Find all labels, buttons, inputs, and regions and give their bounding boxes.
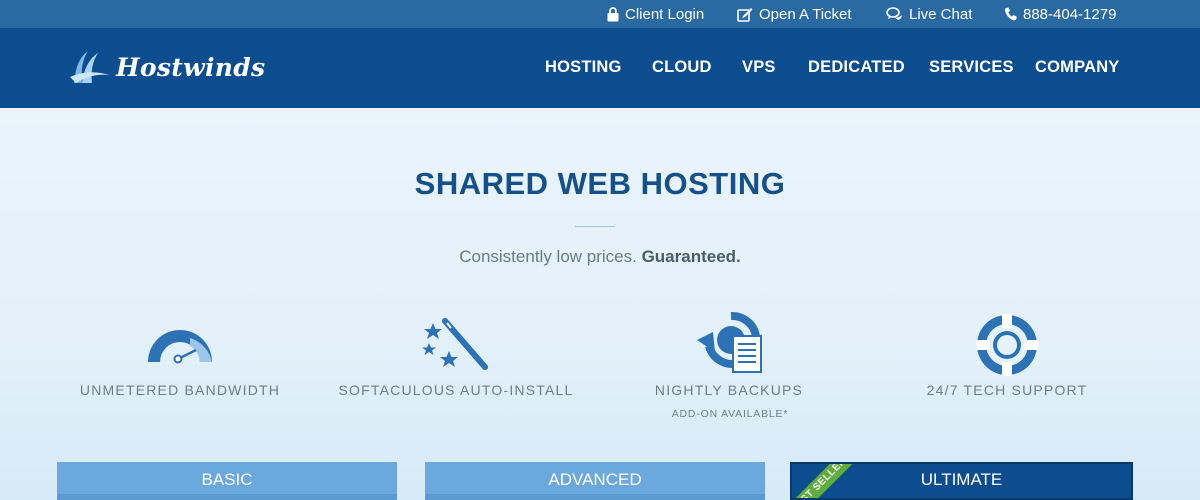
tagline: Consistently low prices. Guaranteed. — [0, 247, 1200, 267]
lifebuoy-icon — [976, 314, 1038, 376]
chat-icon — [886, 7, 902, 20]
best-seller-ribbon: BEST SELLER — [792, 464, 857, 498]
tagline-text: Consistently low prices. — [459, 247, 637, 266]
tab-strip — [425, 494, 765, 500]
feature-label: NIGHTLY BACKUPS — [654, 382, 804, 398]
nav-hosting[interactable]: HOSTING — [545, 58, 622, 77]
wave-logo-icon — [70, 51, 110, 83]
title-divider — [575, 226, 615, 227]
plan-name: ADVANCED — [548, 470, 642, 489]
magic-wand-icon — [422, 318, 488, 370]
tab-strip — [57, 494, 397, 500]
feature-label: 24/7 TECH SUPPORT — [926, 382, 1088, 398]
feature-label: SOFTACULOUS AUTO-INSTALL — [338, 382, 574, 398]
backup-icon — [697, 311, 762, 373]
phone-number: 888-404-1279 — [1023, 5, 1117, 23]
live-chat-link[interactable]: Live Chat — [886, 0, 972, 28]
nav-services[interactable]: SERVICES — [929, 58, 1014, 77]
speedometer-icon — [148, 330, 212, 364]
page-title: SHARED WEB HOSTING — [414, 166, 786, 201]
edit-icon — [737, 7, 753, 22]
plan-name: BASIC — [201, 470, 253, 489]
plan-name: ULTIMATE — [920, 470, 1003, 489]
phone-icon — [1004, 7, 1017, 21]
open-ticket-link[interactable]: Open A Ticket — [737, 0, 852, 28]
nav-company[interactable]: COMPANY — [1035, 58, 1120, 77]
utility-bar: Client Login Open A Ticket Live Chat 888… — [0, 0, 1200, 28]
feature-sublabel: ADD-ON AVAILABLE* — [671, 408, 789, 420]
hero-section: SHARED WEB HOSTING Consistently low pric… — [0, 108, 1200, 500]
feature-label: UNMETERED BANDWIDTH — [79, 382, 281, 398]
plan-tab-advanced[interactable]: ADVANCED — [425, 462, 765, 500]
lock-icon — [607, 6, 619, 21]
live-chat-label: Live Chat — [909, 5, 973, 23]
hostwinds-logo[interactable]: Hostwinds — [70, 45, 265, 89]
client-login-link[interactable]: Client Login — [607, 0, 704, 28]
phone-link[interactable]: 888-404-1279 — [1004, 0, 1116, 28]
nav-cloud[interactable]: CLOUD — [652, 58, 712, 77]
tagline-emphasis: Guaranteed. — [641, 247, 741, 266]
client-login-label: Client Login — [625, 5, 705, 23]
nav-vps[interactable]: VPS — [742, 58, 776, 77]
plan-tab-ultimate[interactable]: BEST SELLER ULTIMATE — [790, 462, 1133, 500]
plan-tab-basic[interactable]: BASIC — [57, 462, 397, 500]
open-ticket-label: Open A Ticket — [759, 5, 852, 23]
main-nav: Hostwinds HOSTING CLOUD VPS DEDICATED SE… — [0, 28, 1200, 108]
nav-dedicated[interactable]: DEDICATED — [808, 58, 905, 77]
logo-text: Hostwinds — [116, 52, 266, 82]
